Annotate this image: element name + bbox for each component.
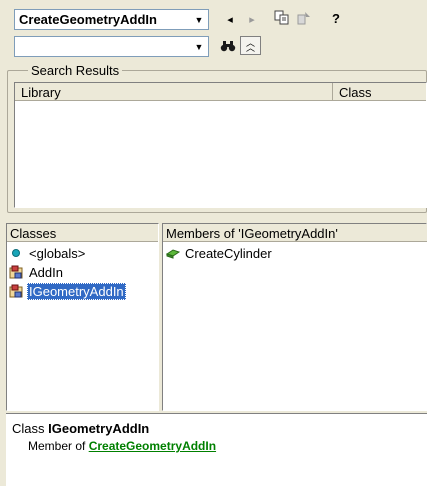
help-icon[interactable]: ? [328,10,344,26]
library-combo[interactable]: CreateGeometryAddIn ▼ [14,9,209,30]
chevron-down-icon[interactable]: ▼ [191,38,207,55]
globals-icon [9,246,25,261]
search-text-combo[interactable]: ▼ [14,36,209,57]
toggle-search-results-button[interactable]: ︿ ︿ [240,36,261,55]
column-header-class[interactable]: Class [333,83,426,101]
details-title: Class IGeometryAddIn [12,421,149,436]
chevron-down-icon[interactable]: ▼ [191,11,207,28]
details-member-of: Member of CreateGeometryAddIn [28,439,216,453]
details-prefix: Class [12,421,49,436]
details-class-name: IGeometryAddIn [48,421,150,436]
class-item-label: <globals> [29,246,86,261]
library-link[interactable]: CreateGeometryAddIn [89,439,216,453]
search-icon[interactable] [220,38,236,54]
members-pane[interactable]: Members of 'IGeometryAddIn' CreateCylind… [162,223,427,411]
view-definition-icon[interactable] [296,10,312,26]
double-chevron-up-icon: ︿ ︿ [245,37,255,53]
column-header-library[interactable]: Library [15,83,333,101]
method-icon [165,246,181,261]
back-icon[interactable]: ◂ [222,11,238,27]
class-item-globals[interactable]: <globals> [9,245,157,262]
details-pane: Class IGeometryAddIn Member of CreateGeo… [6,413,427,486]
details-member-of-label: Member of [28,439,89,453]
library-combo-value: CreateGeometryAddIn [19,12,157,27]
class-item-addin[interactable]: AddIn [9,264,157,281]
forward-icon[interactable]: ▸ [244,11,260,27]
classes-header: Classes [7,224,158,242]
class-icon [9,265,25,280]
members-header: Members of 'IGeometryAddIn' [163,224,427,242]
class-item-label: AddIn [29,265,63,280]
search-results-label: Search Results [28,63,123,78]
copy-icon[interactable] [274,10,290,26]
class-item-label: IGeometryAddIn [27,283,126,300]
search-results-list[interactable]: Library Class [14,82,427,208]
class-icon [9,284,25,299]
member-item-createcylinder[interactable]: CreateCylinder [165,245,415,262]
classes-pane[interactable]: Classes <globals> AddIn IGeometryAddIn [6,223,159,411]
member-item-label: CreateCylinder [185,246,272,261]
class-item-igeometryaddin[interactable]: IGeometryAddIn [9,283,157,300]
